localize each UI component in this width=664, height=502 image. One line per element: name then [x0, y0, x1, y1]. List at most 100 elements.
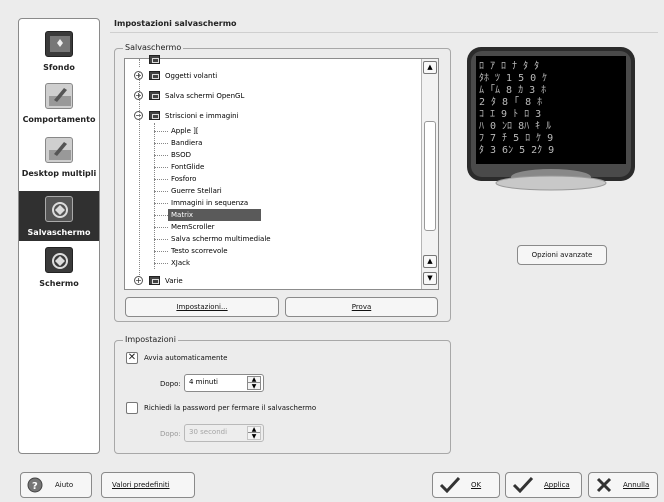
- check-icon: [439, 476, 461, 495]
- spin-arrows[interactable]: ▲ ▼: [247, 376, 261, 390]
- screensaver-group-legend: Salvaschermo: [123, 43, 184, 52]
- after2-value: 30 secondi: [189, 428, 228, 436]
- sidebar-item-label: Desktop multipli: [21, 169, 97, 178]
- sidebar-item-desktop-multipli[interactable]: Desktop multipli: [19, 137, 99, 189]
- defaults-button[interactable]: Valori predefiniti: [101, 472, 195, 498]
- tree-row-selected[interactable]: Matrix: [168, 209, 261, 221]
- require-password-label: Richiedi la password per fermare il salv…: [144, 404, 317, 412]
- folder-icon: [149, 111, 160, 120]
- page-title: Impostazioni salvaschermo: [114, 19, 237, 28]
- tree-row[interactable]: FontGlide: [125, 161, 421, 173]
- svg-text:ﾛ ｱ ﾛ ﾅ ﾀ ﾀ: ﾛ ｱ ﾛ ﾅ ﾀ ﾀ: [479, 60, 539, 72]
- spin-arrows: ▲ ▼: [247, 426, 261, 440]
- tree-row-label: Oggetti volanti: [165, 72, 218, 80]
- sidebar-item-label: Salvaschermo: [27, 228, 91, 237]
- tree-row-label: XJack: [171, 259, 191, 267]
- tree-row-label: Immagini in sequenza: [171, 199, 249, 207]
- folder-icon: [149, 55, 160, 64]
- tree-row[interactable]: Guerre Stellari: [125, 185, 421, 197]
- test-button[interactable]: Prova: [285, 297, 438, 317]
- after-value: 4 minuti: [189, 378, 219, 386]
- after2-spinbox: 30 secondi ▲ ▼: [184, 424, 264, 442]
- settings-group-legend: Impostazioni: [123, 335, 178, 344]
- svg-text:2 ﾀ 8 ｢ 8 ﾎ: 2 ﾀ 8 ｢ 8 ﾎ: [479, 96, 542, 108]
- screensaver-tree[interactable]: + Oggetti volanti + Salva schermi OpenGL…: [124, 55, 439, 290]
- sidebar-item-schermo[interactable]: Schermo: [19, 247, 99, 297]
- svg-text:ﾀ 3 6ﾝ 5 2ｸ 9: ﾀ 3 6ﾝ 5 2ｸ 9: [479, 144, 554, 156]
- tree-row-label: Fosforo: [171, 175, 197, 183]
- tree-row-label: Testo scorrevole: [171, 247, 228, 255]
- tree-row-label: Salva schermi OpenGL: [165, 92, 245, 100]
- tree-row[interactable]: + Varie: [125, 275, 421, 287]
- svg-text:ﾑ ｢ﾑ 8 ｶ 3 ﾎ: ﾑ ｢ﾑ 8 ｶ 3 ﾎ: [479, 84, 546, 96]
- test-button-label: Prova: [351, 303, 372, 311]
- tree-row-label: MemScroller: [171, 223, 215, 231]
- tree-row[interactable]: XJack: [125, 257, 421, 269]
- tree-row[interactable]: BSOD: [125, 149, 421, 161]
- svg-text:ｺ ｴ 9 ﾄ ﾛ 3: ｺ ｴ 9 ﾄ ﾛ 3: [479, 109, 541, 120]
- help-button[interactable]: ? Aiuto: [20, 472, 92, 498]
- tree-row[interactable]: MemScroller: [125, 221, 421, 233]
- tree-row-label: Guerre Stellari: [171, 187, 222, 195]
- tree-row[interactable]: + Salva schermi OpenGL: [125, 90, 421, 102]
- advanced-options-label: Opzioni avanzate: [531, 251, 593, 259]
- tree-row[interactable]: Salva schermo multimediale: [125, 233, 421, 245]
- after-spinbox[interactable]: 4 minuti ▲ ▼: [184, 374, 264, 392]
- help-icon: ?: [27, 477, 43, 495]
- after-label: Dopo:: [160, 380, 181, 388]
- wallpaper-icon: [45, 31, 73, 57]
- scroll-up-icon[interactable]: ▲: [423, 61, 437, 74]
- sidebar-item-label: Sfondo: [43, 63, 75, 72]
- svg-text:?: ?: [32, 481, 38, 492]
- screensaver-icon: [45, 196, 73, 222]
- tree-row[interactable]: − Striscioni e immagini: [125, 110, 421, 122]
- tree-row[interactable]: Testo scorrevole: [125, 245, 421, 257]
- cancel-label: Annulla: [623, 481, 650, 489]
- cancel-button[interactable]: Annulla: [588, 472, 658, 498]
- svg-text:ﾌ 7 ﾁ 5 ﾛ ｹ 9: ﾌ 7 ﾁ 5 ﾛ ｹ 9: [479, 132, 553, 144]
- tree-row-label: BSOD: [171, 151, 192, 159]
- scroll-down-icon[interactable]: ▼: [423, 272, 437, 285]
- behavior-icon: [45, 83, 73, 109]
- tree-row[interactable]: Fosforo: [125, 173, 421, 185]
- defaults-label: Valori predefiniti: [112, 481, 170, 489]
- spin-down-icon: ▼: [251, 433, 257, 440]
- display-icon: [45, 247, 73, 273]
- auto-start-checkbox[interactable]: ✕: [126, 352, 138, 364]
- tree-row-label: Striscioni e immagini: [165, 112, 239, 120]
- cancel-icon: [595, 477, 613, 495]
- spin-down-icon[interactable]: ▼: [248, 384, 260, 390]
- scroll-thumb[interactable]: [424, 121, 436, 231]
- screensaver-preview: ﾛ ｱ ﾛ ﾅ ﾀ ﾀ ﾀﾎ ﾂ 1 5 0 ｹ ﾑ ｢ﾑ 8 ｶ 3 ﾎ 2 …: [466, 47, 636, 191]
- sidebar-item-label: Comportamento: [22, 115, 96, 124]
- require-password-checkbox[interactable]: [126, 402, 138, 414]
- tree-row[interactable]: Immagini in sequenza: [125, 197, 421, 209]
- tree-row-label: Varie: [165, 277, 183, 285]
- sidebar-item-comportamento[interactable]: Comportamento: [19, 83, 99, 135]
- sidebar-item-label: Schermo: [39, 279, 79, 288]
- apply-check-icon: [512, 476, 534, 495]
- tree-row[interactable]: + Oggetti volanti: [125, 70, 421, 82]
- folder-icon: [149, 91, 160, 100]
- tree-row-label: FontGlide: [171, 163, 205, 171]
- tree-scrollbar[interactable]: ▲ ▲ ▼: [421, 59, 438, 289]
- ok-button[interactable]: OK: [432, 472, 500, 498]
- apply-button[interactable]: Applica: [505, 472, 582, 498]
- tree-row-label: Bandiera: [171, 139, 203, 147]
- title-divider: [110, 32, 658, 33]
- scroll-up-icon[interactable]: ▲: [423, 255, 437, 268]
- sidebar-item-salvaschermo[interactable]: Salvaschermo: [19, 191, 99, 241]
- settings-button-label: Impostazioni...: [176, 303, 228, 311]
- tree-row[interactable]: Bandiera: [125, 137, 421, 149]
- tree-row[interactable]: Apple ][: [125, 125, 421, 137]
- tree-row-label: Matrix: [171, 211, 194, 219]
- expand-icon[interactable]: +: [134, 276, 143, 285]
- advanced-options-button[interactable]: Opzioni avanzate: [517, 245, 607, 265]
- tree-row-label: Salva schermo multimediale: [171, 235, 271, 243]
- sidebar-item-sfondo[interactable]: Sfondo: [19, 31, 99, 81]
- after2-label: Dopo:: [160, 430, 181, 438]
- settings-button[interactable]: Impostazioni...: [125, 297, 279, 317]
- svg-text:ﾀﾎ ﾂ 1 5 0 ｹ: ﾀﾎ ﾂ 1 5 0 ｹ: [479, 72, 547, 84]
- folder-icon: [149, 71, 160, 80]
- apply-label: Applica: [544, 481, 570, 489]
